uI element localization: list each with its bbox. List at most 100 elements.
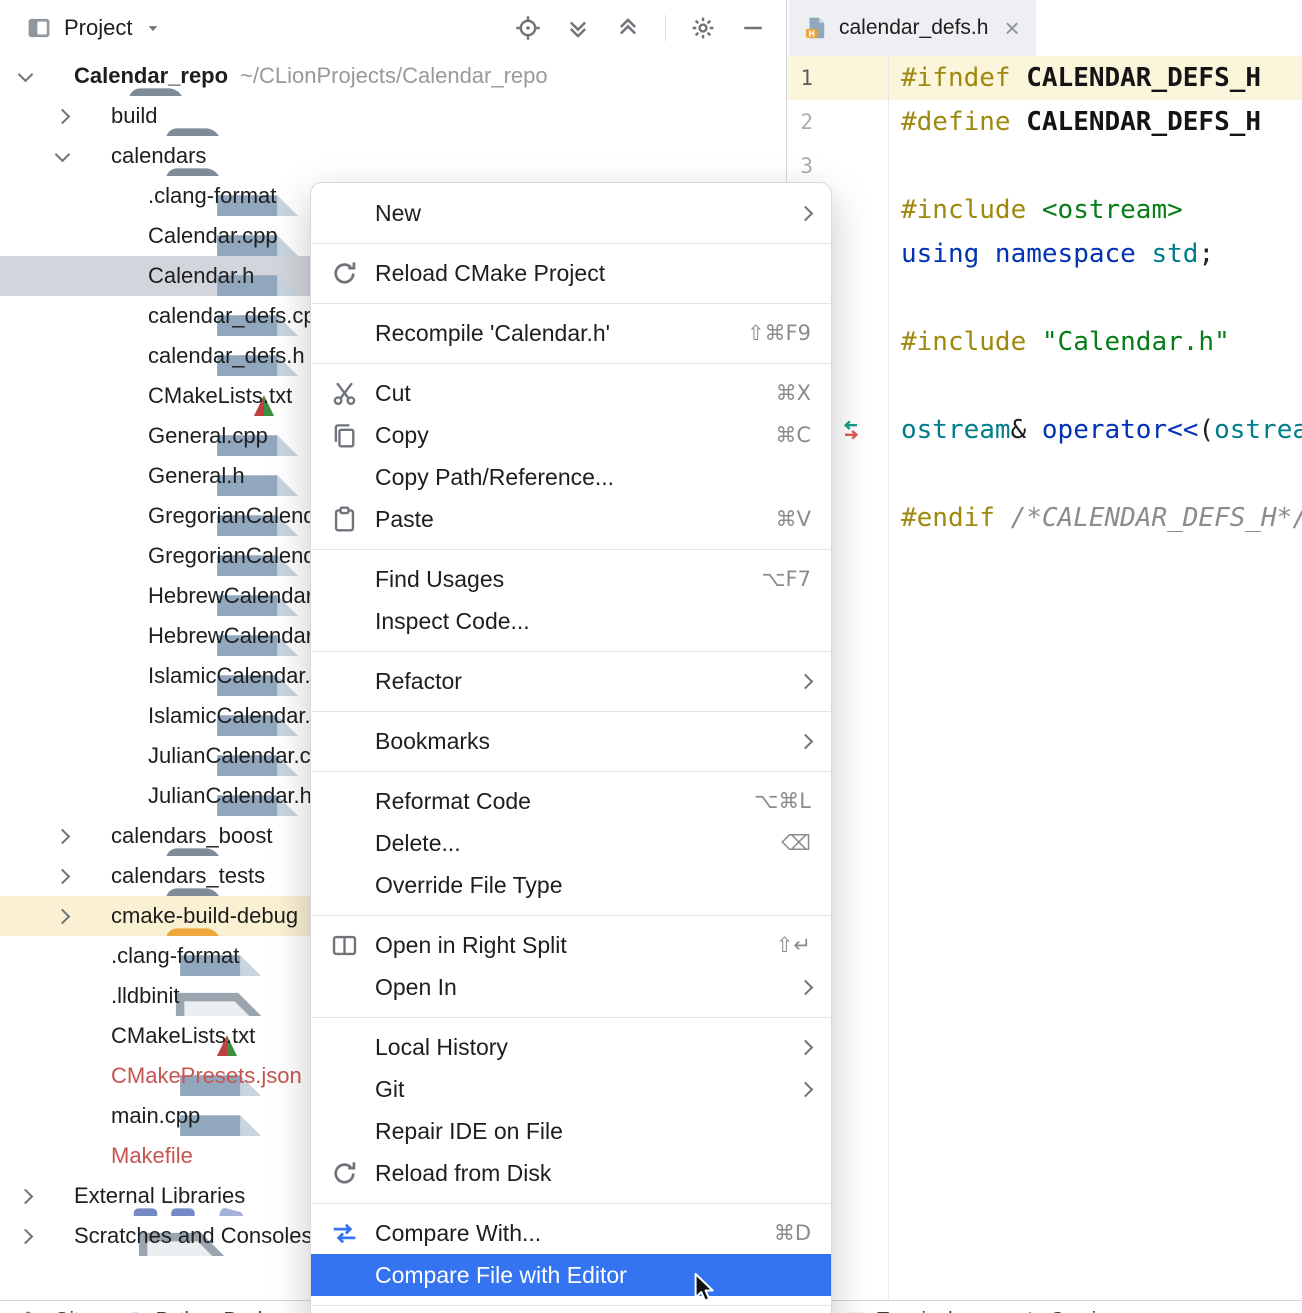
close-icon[interactable]: × [1004, 15, 1019, 41]
menu-item-inspect-code[interactable]: Inspect Code... [311, 600, 831, 642]
tree-chevron-icon[interactable] [47, 111, 77, 122]
menu-item-open-in[interactable]: Open In [311, 966, 831, 1008]
submenu-chevron-icon [798, 1039, 814, 1055]
code-line[interactable]: 1#ifndef CALENDAR_DEFS_H [787, 56, 1302, 100]
toolwindow-button-python-packages[interactable]: Python Packages [124, 1309, 312, 1313]
code-line[interactable]: 5using namespace std; [787, 232, 1302, 276]
token-directive: #endif [901, 503, 1011, 533]
collapse-all-button[interactable] [615, 15, 641, 41]
tree-item-label: JulianCalendar.h [148, 783, 312, 809]
menu-item-local-history[interactable]: Local History [311, 1026, 831, 1068]
menu-item-compare-file-with-editor[interactable]: Compare File with Editor [311, 1254, 831, 1296]
split-icon [331, 932, 358, 959]
tree-chevron-icon[interactable] [10, 1231, 40, 1242]
menu-item-new[interactable]: New [311, 192, 831, 234]
token-type: ostream [1214, 415, 1302, 445]
menu-item-label: Reformat Code [375, 788, 734, 815]
menu-separator [312, 303, 830, 304]
token-type: std [1151, 239, 1198, 269]
tree-chevron-icon[interactable] [47, 911, 77, 922]
tree-chevron-icon[interactable] [10, 1191, 40, 1202]
code-line[interactable]: 7#include "Calendar.h" [787, 320, 1302, 364]
project-view-selector[interactable]: Project [26, 15, 162, 41]
menu-item-git[interactable]: Git [311, 1068, 831, 1110]
clion-window: Project Calendar_repo~/CLionProjects/Cal… [0, 0, 1302, 1313]
tree-chevron-icon[interactable] [10, 73, 40, 80]
tree-chevron-icon[interactable] [47, 153, 77, 160]
menu-item-override-file-type[interactable]: Override File Type [311, 864, 831, 906]
menu-item-cut[interactable]: Cut⌘X [311, 372, 831, 414]
code-line[interactable]: 11#endif /*CALENDAR_DEFS_H*/ [787, 496, 1302, 540]
menu-item-copy-path-reference[interactable]: Copy Path/Reference... [311, 456, 831, 498]
code-line[interactable]: 8 [787, 364, 1302, 408]
tree-item-build[interactable]: build [0, 96, 786, 136]
submenu-chevron-icon [798, 733, 814, 749]
menu-item-reload-cmake-project[interactable]: Reload CMake Project [311, 252, 831, 294]
code-text: #endif /*CALENDAR_DEFS_H*/ [888, 503, 1302, 533]
tree-item-label: JulianCalendar.cpp [148, 743, 335, 769]
menu-item-recompile-calendar-h[interactable]: Recompile 'Calendar.h'⇧⌘F9 [311, 312, 831, 354]
menu-item-label: Copy Path/Reference... [375, 464, 811, 491]
tree-item-label: Calendar.h [148, 263, 254, 289]
project-panel-header: Project [0, 0, 786, 56]
menu-item-reformat-code[interactable]: Reformat Code⌥⌘L [311, 780, 831, 822]
menu-item-label: Compare File with Editor [375, 1262, 811, 1289]
menu-item-copy[interactable]: Copy⌘C [311, 414, 831, 456]
menu-item-open-in-right-split[interactable]: Open in Right Split⇧↵ [311, 924, 831, 966]
menu-item-reload-from-disk[interactable]: Reload from Disk [311, 1152, 831, 1194]
code-line[interactable]: 9ostream& operator<<(ostream& out, ... [787, 408, 1302, 452]
menu-separator [312, 1203, 830, 1204]
toolwindow-button-label: Git [54, 1309, 80, 1313]
code-line[interactable]: 2#define CALENDAR_DEFS_H [787, 100, 1302, 144]
code-text: #define CALENDAR_DEFS_H [888, 107, 1261, 137]
expand-all-button[interactable] [565, 15, 591, 41]
tree-item-label: Scratches and Consoles [74, 1223, 312, 1249]
code-line[interactable]: 3 [787, 144, 1302, 188]
code-line[interactable]: 10 [787, 452, 1302, 496]
chevron-down-icon [144, 19, 162, 37]
menu-item-bookmarks[interactable]: Bookmarks [311, 720, 831, 762]
toolwindow-button-terminal[interactable]: Terminal [845, 1309, 953, 1313]
code-line[interactable]: 6 [787, 276, 1302, 320]
tree-item-label: CMakeLists.txt [148, 383, 292, 409]
tree-item-calendars[interactable]: calendars [0, 136, 786, 176]
menu-item-label: Find Usages [375, 566, 741, 593]
menu-item-shortcut: ⌘D [774, 1221, 811, 1245]
expand-all-icon [565, 15, 591, 41]
select-opened-file-button[interactable] [515, 15, 541, 41]
menu-item-find-usages[interactable]: Find Usages⌥F7 [311, 558, 831, 600]
menu-item-compare-with[interactable]: Compare With...⌘D [311, 1212, 831, 1254]
hide-panel-button[interactable] [740, 15, 766, 41]
menu-item-delete[interactable]: Delete...⌫ [311, 822, 831, 864]
tree-item-calendar-repo[interactable]: Calendar_repo~/CLionProjects/Calendar_re… [0, 56, 786, 96]
python-icon [124, 1310, 146, 1313]
code-line[interactable]: 4#include <ostream> [787, 188, 1302, 232]
tree-chevron-icon[interactable] [47, 871, 77, 882]
gutter-divider [888, 56, 889, 1300]
menu-item-repair-ide-on-file[interactable]: Repair IDE on File [311, 1110, 831, 1152]
menu-item-label: Git [375, 1076, 780, 1103]
token-comment: /*CALENDAR_DEFS_H*/ [1011, 503, 1302, 533]
toolwindow-button-services[interactable]: Services [1019, 1309, 1128, 1313]
code-text: ostream& operator<<(ostream& out, ... [888, 415, 1302, 445]
options-menu-button[interactable] [690, 15, 716, 41]
menu-item-refactor[interactable]: Refactor [311, 660, 831, 702]
tree-item-label: calendar_defs.cpp [148, 303, 328, 329]
menu-item-shortcut: ⌘X [776, 381, 811, 405]
menu-item-label: Paste [375, 506, 756, 533]
tree-chevron-icon[interactable] [47, 831, 77, 842]
tree-item-label: .clang-format [148, 183, 276, 209]
menu-item-paste[interactable]: Paste⌘V [311, 498, 831, 540]
editor-tab-calendar-defs-h[interactable]: calendar_defs.h × [789, 0, 1036, 56]
menu-item-shortcut: ⌘C [775, 423, 811, 447]
menu-item-label: Bookmarks [375, 728, 780, 755]
scissors-icon [331, 380, 358, 407]
h-file-icon [805, 16, 829, 40]
code-area[interactable]: 1#ifndef CALENDAR_DEFS_H2#define CALENDA… [787, 56, 1302, 1300]
menu-separator [312, 243, 830, 244]
menu-item-label: Reload from Disk [375, 1160, 811, 1187]
token-type: ostream [901, 415, 1011, 445]
menu-item-label: Open in Right Split [375, 932, 756, 959]
toolwindow-button-label: Python Packages [156, 1309, 312, 1313]
toolwindow-button-git[interactable]: Git [22, 1309, 80, 1313]
